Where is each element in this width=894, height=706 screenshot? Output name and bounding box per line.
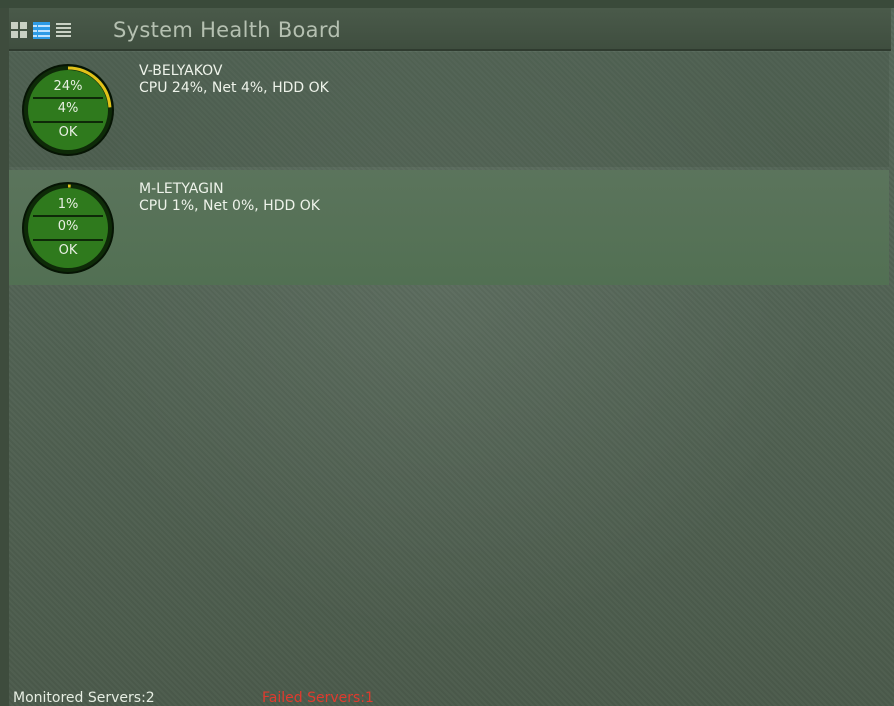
left-edge <box>0 8 9 706</box>
hdd-value: OK <box>58 243 78 258</box>
server-status-line: CPU 1%, Net 0%, HDD OK <box>139 198 320 214</box>
detail-list-icon <box>33 22 50 39</box>
cpu-value: 24% <box>53 79 83 94</box>
hdd-value: OK <box>58 125 78 140</box>
net-value: 0% <box>57 219 79 234</box>
server-status-line: CPU 24%, Net 4%, HDD OK <box>139 80 329 96</box>
server-row-selected[interactable]: 1% 0% OK M-LETYAGIN CPU 1%, Net 0%, HDD … <box>9 170 889 285</box>
server-name: M-LETYAGIN <box>139 181 224 197</box>
grid-icon <box>11 22 27 38</box>
top-strip <box>0 0 894 8</box>
app-title: System Health Board <box>113 18 342 42</box>
health-gauge: 1% 0% OK <box>21 181 115 275</box>
list-icon <box>56 23 71 37</box>
grid-view-button[interactable] <box>11 22 28 39</box>
server-row[interactable]: 24% 4% OK V-BELYAKOV CPU 24%, Net 4%, HD… <box>9 52 889 167</box>
list-view-button[interactable] <box>55 22 72 39</box>
health-board-window: System Health Board 24% 4% OK V-BELYAKOV… <box>0 0 894 706</box>
monitored-servers-count: Monitored Servers:2 <box>13 690 155 706</box>
health-gauge: 24% 4% OK <box>21 63 115 157</box>
detail-view-button[interactable] <box>33 22 50 39</box>
header-bar: System Health Board <box>9 8 891 51</box>
cpu-value: 1% <box>57 197 79 212</box>
server-name: V-BELYAKOV <box>139 63 223 79</box>
failed-servers-count[interactable]: Failed Servers:1 <box>262 690 374 706</box>
net-value: 4% <box>57 101 79 116</box>
